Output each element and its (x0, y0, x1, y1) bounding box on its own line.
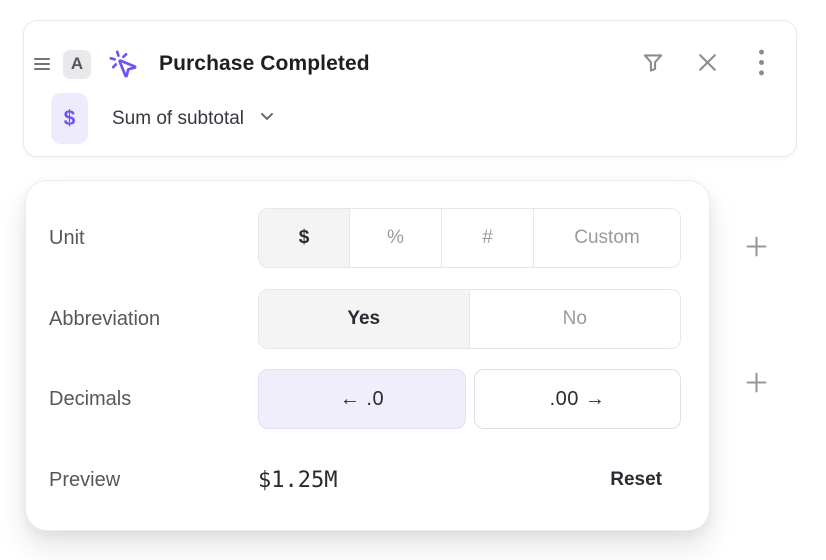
abbreviation-segmented-control: Yes No (258, 289, 681, 349)
drag-handle-icon[interactable] (34, 58, 50, 70)
abbreviation-label: Abbreviation (49, 289, 160, 349)
abbreviation-option-no[interactable]: No (470, 290, 681, 348)
close-button[interactable] (695, 50, 719, 78)
reset-button[interactable]: Reset (610, 461, 662, 499)
close-icon (695, 50, 720, 78)
abbreviation-option-yes[interactable]: Yes (259, 290, 470, 348)
mouse-pointer-click-icon (108, 49, 139, 80)
chevron-down-icon (257, 106, 277, 131)
preview-label: Preview (49, 461, 120, 499)
preview-value: $1.25M (258, 461, 337, 499)
metric-label: Sum of subtotal (112, 108, 244, 130)
decrease-decimals-button[interactable]: ← .0 (258, 369, 466, 429)
unit-option-number[interactable]: # (442, 209, 534, 267)
unit-label: Unit (49, 208, 85, 268)
unit-option-custom[interactable]: Custom (534, 209, 680, 267)
event-order-label: A (71, 54, 83, 74)
event-title[interactable]: Purchase Completed (159, 52, 370, 76)
filter-icon (640, 50, 666, 79)
plus-icon (744, 370, 769, 398)
filter-button[interactable] (641, 50, 665, 78)
more-options-button[interactable] (749, 50, 773, 78)
dollar-icon: $ (51, 93, 88, 144)
increase-decimals-button[interactable]: .00 → (474, 369, 681, 429)
event-card-header: A Purchase Completed (33, 47, 773, 81)
unit-option-percent[interactable]: % (350, 209, 442, 267)
decimals-label: Decimals (49, 369, 131, 429)
add-event-button-top[interactable] (744, 235, 769, 260)
event-order-badge: A (63, 50, 91, 79)
unit-segmented-control: $ % # Custom (258, 208, 681, 268)
number-format-panel: Unit $ % # Custom Abbreviation Yes No De… (25, 180, 710, 531)
metric-row: $ Sum of subtotal (51, 93, 277, 144)
kebab-menu-icon (749, 48, 774, 80)
add-event-button-bottom[interactable] (744, 371, 769, 396)
metric-selector[interactable]: Sum of subtotal (112, 106, 277, 131)
plus-icon (744, 234, 769, 262)
event-header-actions (641, 50, 773, 78)
unit-option-dollar[interactable]: $ (259, 209, 350, 267)
event-card: A Purchase Completed (23, 20, 797, 157)
